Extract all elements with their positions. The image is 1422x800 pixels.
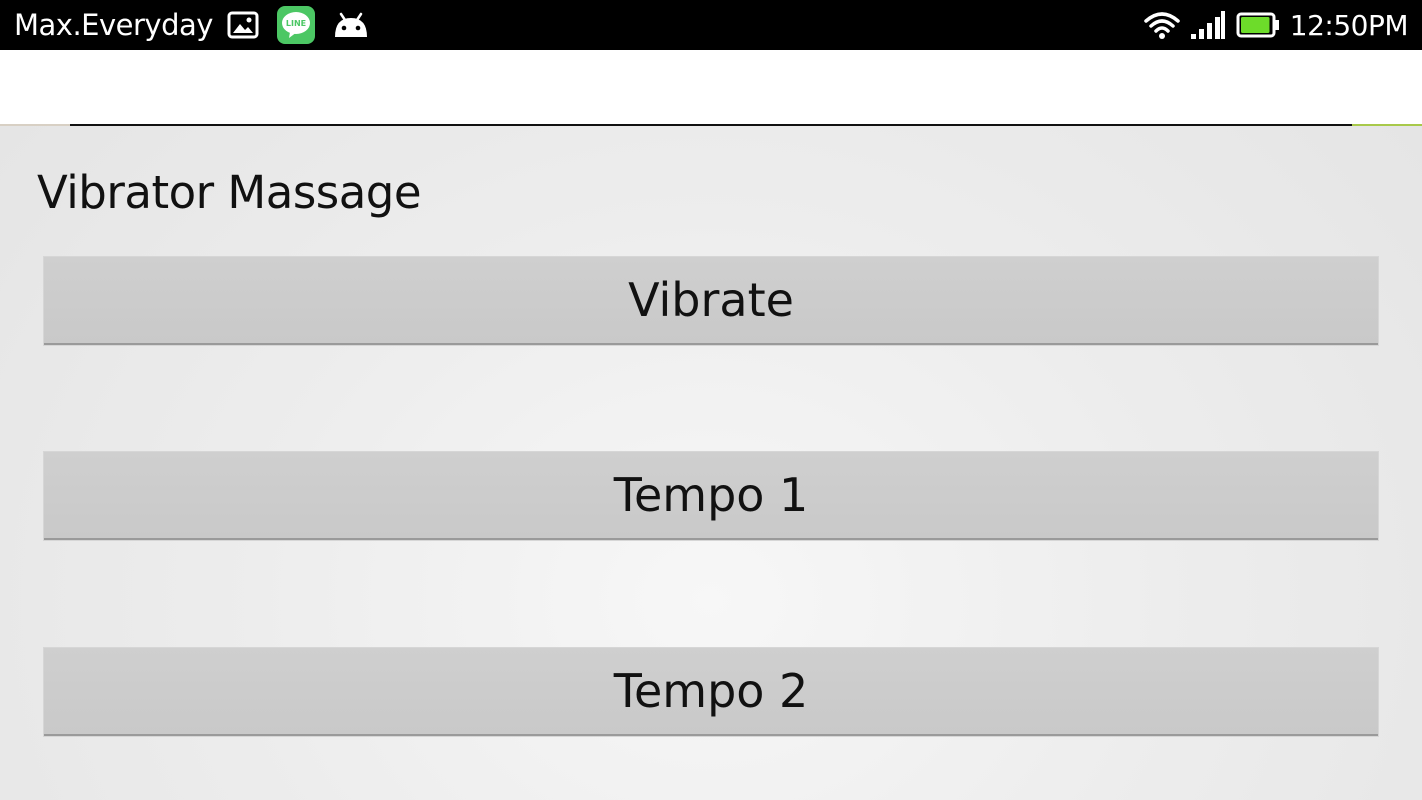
- signal-icon: [1190, 10, 1226, 40]
- line-badge-text: LINE: [286, 19, 306, 28]
- tempo-1-button[interactable]: Tempo 1: [44, 452, 1378, 540]
- clock: 12:50PM: [1289, 8, 1409, 42]
- vibrate-button[interactable]: Vibrate: [44, 257, 1378, 345]
- screen: Max.Everyday LINE 12:50PM Vibrator Massa…: [0, 0, 1422, 800]
- tempo-2-button[interactable]: Tempo 2: [44, 648, 1378, 736]
- action-bar-divider-accent: [1352, 124, 1422, 126]
- status-left: Max.Everyday LINE: [14, 0, 387, 50]
- android-icon: [333, 11, 369, 39]
- status-right: 12:50PM: [1144, 0, 1409, 50]
- status-bar: Max.Everyday LINE 12:50PM: [0, 0, 1422, 50]
- page-title: Vibrator Massage: [37, 166, 422, 219]
- battery-icon: [1236, 12, 1280, 38]
- action-bar: [0, 50, 1422, 125]
- action-bar-divider: [70, 124, 1352, 126]
- battery-level-fill: [1240, 17, 1270, 33]
- action-bar-divider-left: [0, 124, 70, 126]
- line-app-icon: LINE: [276, 6, 315, 44]
- image-icon: [227, 11, 259, 39]
- carrier-label: Max.Everyday: [14, 8, 213, 42]
- wifi-icon: [1144, 10, 1180, 40]
